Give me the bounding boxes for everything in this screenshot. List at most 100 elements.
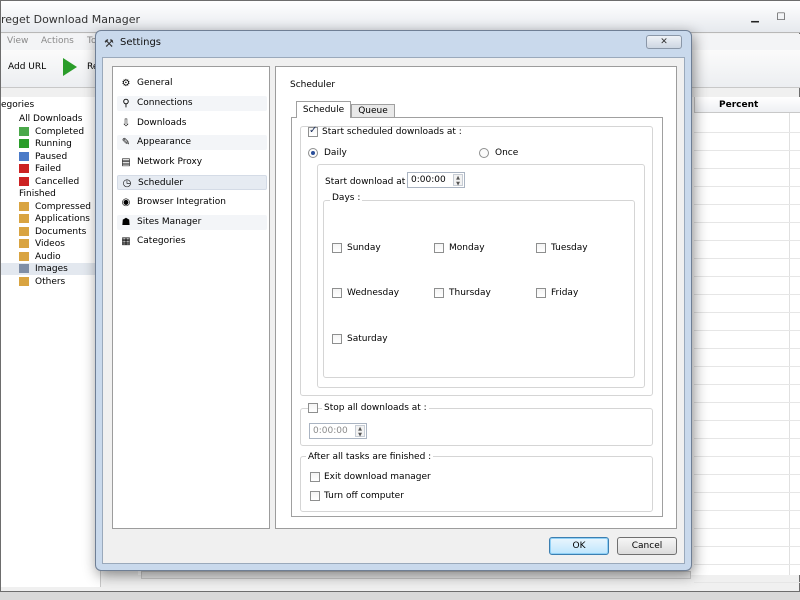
play-icon [19,139,29,148]
category-item[interactable]: Audio [1,251,101,263]
after-finished-group [300,456,653,512]
appearance-icon: ✎ [121,137,131,149]
nav-item-label: Connections [137,97,193,108]
stop-time-value[interactable]: 0:00:00 [313,426,348,436]
nav-item-sites-manager[interactable]: ☗ Sites Manager [117,214,267,230]
nav-item-general[interactable]: ⚙ General [117,76,267,91]
add-url-button[interactable]: Add URL [8,62,46,72]
days-label: Days : [330,193,363,203]
exit-download-manager-checkbox[interactable] [310,472,320,482]
day-checkbox-monday[interactable] [434,243,444,253]
day-label-saturday[interactable]: Saturday [347,334,388,344]
stop-time-spinner[interactable]: 0:00:00 ▲ ▼ [309,423,367,439]
once-label[interactable]: Once [495,148,518,158]
start-time-spinner[interactable]: 0:00:00 ▲ ▼ [407,172,465,188]
scheduler-icon: ◷ [122,178,132,189]
category-label: Compressed [35,201,91,212]
category-label: Videos [35,239,65,249]
grid-row-divider [694,258,800,259]
nav-item-scheduler[interactable]: ◷ Scheduler [117,175,267,190]
day-checkbox-friday[interactable] [536,288,546,298]
day-checkbox-saturday[interactable] [332,334,342,344]
nav-item-label: Categories [137,236,186,247]
image-icon [19,264,29,273]
turn-off-computer-checkbox[interactable] [310,491,320,501]
category-label: Failed [35,164,62,174]
close-window-button[interactable]: ✕ [793,11,800,25]
nav-item-categories[interactable]: ▦ Categories [117,234,267,249]
start-scheduled-label[interactable]: Start scheduled downloads at : [322,127,462,137]
category-label: Applications [35,214,90,224]
horizontal-scrollbar[interactable] [141,571,691,579]
category-item[interactable]: Documents [1,226,101,238]
settings-nav-list: ⚙ General ⚲ Connections ⇩ Downloads ✎ Appearanc… [112,66,270,529]
category-label: Cancelled [35,176,80,187]
category-item[interactable]: Images [1,263,101,275]
category-item[interactable]: Failed [1,163,101,175]
stop-spinner-arrows-icon[interactable]: ▲ ▼ [355,425,365,438]
main-titlebar: reget Download Manager ▁ ☐ ✕ [1,1,800,33]
day-label-thursday[interactable]: Thursday [449,288,491,298]
category-item[interactable]: Completed [1,126,101,138]
nav-item-connections[interactable]: ⚲ Connections [117,95,267,111]
day-checkbox-sunday[interactable] [332,243,342,253]
grid-row-divider [694,420,800,421]
grid-row-divider [694,348,800,349]
day-checkbox-tuesday[interactable] [536,243,546,253]
daily-radio[interactable] [308,148,318,158]
ok-button[interactable]: OK [549,537,609,555]
grid-row-divider [694,510,800,511]
category-item[interactable]: Applications [1,213,101,225]
turn-off-computer-label[interactable]: Turn off computer [324,491,404,501]
app-icon [19,214,29,223]
grid-row-divider [694,132,800,133]
category-item[interactable]: Finished [0,188,85,200]
video-icon [19,239,29,248]
schedule-tab-page: Start scheduled downloads at : Daily Onc… [291,117,663,517]
once-radio[interactable] [479,148,489,158]
percent-column-header[interactable]: Percent [719,100,758,110]
day-label-friday[interactable]: Friday [551,288,578,298]
minimize-button[interactable]: ▁ [745,11,765,25]
nav-item-downloads[interactable]: ⇩ Downloads [117,116,267,131]
category-item[interactable]: Videos [1,238,101,250]
menu-actions[interactable]: Actions [41,36,74,46]
nav-item-label: Downloads [137,117,187,128]
category-item[interactable]: Paused [1,151,101,163]
category-item[interactable]: Compressed [1,201,101,213]
daily-label[interactable]: Daily [324,148,347,158]
nav-item-network-proxy[interactable]: ▤ Network Proxy [117,155,267,170]
start-scheduled-checkbox[interactable] [308,125,318,137]
tab-schedule[interactable]: Schedule [296,101,351,118]
category-item[interactable]: All Downloads [0,113,85,125]
day-label-monday[interactable]: Monday [449,243,485,253]
nav-item-appearance[interactable]: ✎ Appearance [117,135,267,151]
resume-icon[interactable] [63,58,77,76]
day-checkbox-wednesday[interactable] [332,288,342,298]
category-label: Images [35,264,68,274]
spinner-arrows-icon[interactable]: ▲ ▼ [453,174,463,187]
category-item[interactable]: Cancelled [1,176,101,188]
grid-row-divider [694,276,800,277]
grid-row-divider [694,186,800,187]
category-item[interactable]: Running [1,138,101,150]
nav-item-browser-integration[interactable]: ◉ Browser Integration [117,195,267,210]
day-label-wednesday[interactable]: Wednesday [347,288,399,298]
maximize-button[interactable]: ☐ [771,11,791,25]
grid-row-divider [694,312,800,313]
start-time-value[interactable]: 0:00:00 [411,175,446,185]
grid-row-divider [694,168,800,169]
stop-all-label[interactable]: Stop all downloads at : [322,403,429,413]
day-label-sunday[interactable]: Sunday [347,243,381,253]
day-checkbox-thursday[interactable] [434,288,444,298]
dialog-titlebar[interactable]: ⚒ Settings ✕ [96,31,691,55]
tab-queue[interactable]: Queue [351,104,395,118]
menu-view[interactable]: View [7,36,28,46]
dialog-close-button[interactable]: ✕ [646,35,682,49]
category-item[interactable]: Others [1,276,101,288]
stop-all-checkbox[interactable] [308,403,318,413]
cancel-button[interactable]: Cancel [617,537,677,555]
exit-download-manager-label[interactable]: Exit download manager [324,472,431,482]
general-icon: ⚙ [121,78,131,89]
day-label-tuesday[interactable]: Tuesday [551,243,588,253]
